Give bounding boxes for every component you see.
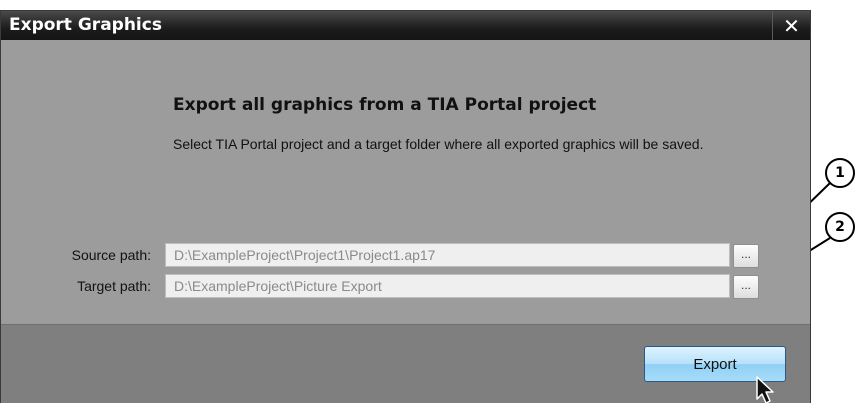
dialog-heading: Export all graphics from a TIA Portal pr… xyxy=(173,95,597,115)
source-path-label: Source path: xyxy=(71,247,151,263)
target-path-label: Target path: xyxy=(77,278,151,294)
callout-1: 1 xyxy=(825,158,855,188)
export-button-label: Export xyxy=(693,355,737,373)
dialog-description: Select TIA Portal project and a target f… xyxy=(173,136,704,152)
target-path-field[interactable]: D:\ExampleProject\Picture Export xyxy=(165,274,730,298)
close-button[interactable]: ✕ xyxy=(772,11,810,40)
export-graphics-dialog: Export Graphics ✕ Export all graphics fr… xyxy=(0,10,811,404)
mouse-pointer-icon xyxy=(756,376,774,404)
source-path-field[interactable]: D:\ExampleProject\Project1\Project1.ap17 xyxy=(165,243,730,267)
callout-2: 2 xyxy=(825,212,855,242)
target-browse-button[interactable]: ... xyxy=(733,275,759,299)
window-title: Export Graphics xyxy=(9,15,162,35)
close-icon: ✕ xyxy=(783,13,800,38)
source-browse-button[interactable]: ... xyxy=(733,244,759,268)
title-bar: Export Graphics ✕ xyxy=(1,11,810,40)
